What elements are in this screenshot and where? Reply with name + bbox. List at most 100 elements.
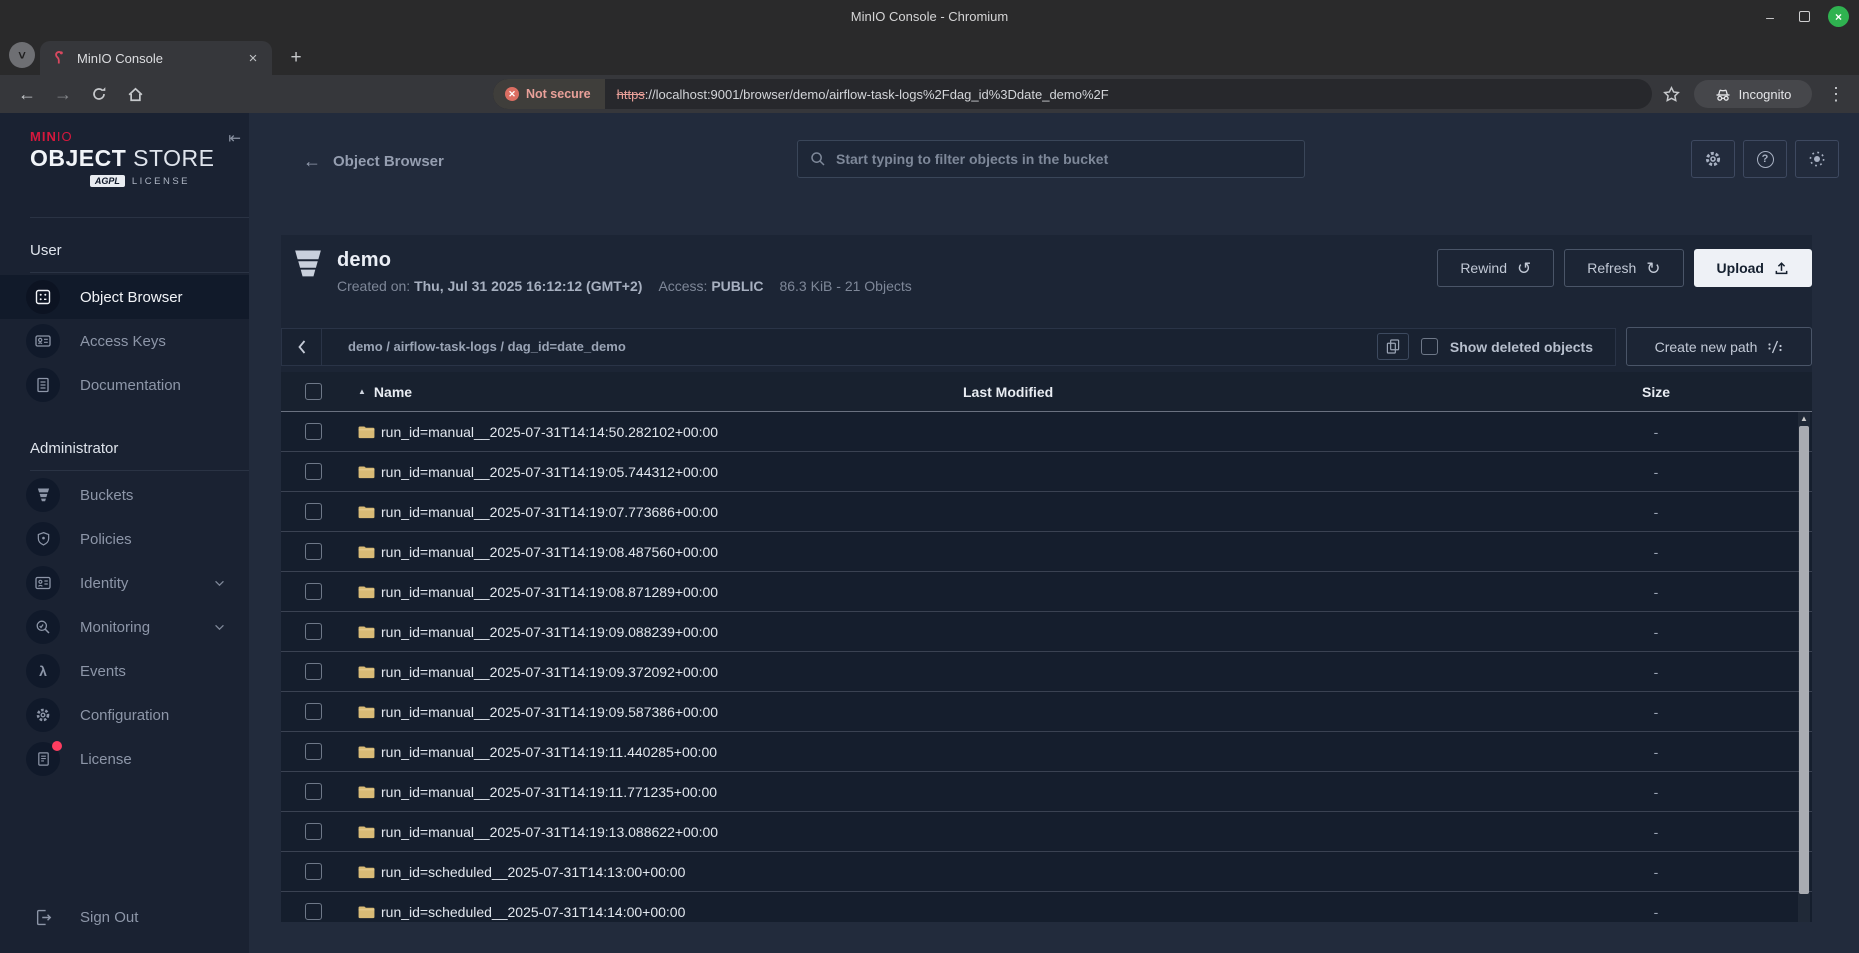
table-row[interactable]: run_id=manual__2025-07-31T14:19:09.37209… (281, 652, 1812, 692)
folder-icon (358, 705, 375, 719)
create-new-path-button[interactable]: Create new path (1626, 327, 1812, 366)
row-checkbox[interactable] (305, 663, 322, 680)
sidebar-item-sign-out[interactable]: Sign Out (0, 895, 249, 939)
table-row[interactable]: run_id=manual__2025-07-31T14:19:07.77368… (281, 492, 1812, 532)
show-deleted-checkbox[interactable] (1421, 338, 1438, 355)
tab-close-button[interactable]: × (244, 49, 262, 67)
scrollbar-thumb[interactable] (1799, 426, 1809, 894)
row-checkbox[interactable] (305, 543, 322, 560)
table-row[interactable]: run_id=scheduled__2025-07-31T14:14:00+00… (281, 892, 1812, 922)
object-size: - (1566, 584, 1746, 600)
object-size: - (1566, 544, 1746, 560)
select-all-checkbox[interactable] (305, 383, 322, 400)
address-bar[interactable]: ✕ Not secure https://localhost:9001/brow… (493, 79, 1652, 109)
table-row[interactable]: run_id=manual__2025-07-31T14:14:50.28210… (281, 412, 1812, 452)
table-row[interactable]: run_id=manual__2025-07-31T14:19:09.58738… (281, 692, 1812, 732)
folder-icon (358, 665, 375, 679)
sidebar-item-events[interactable]: λ Events (0, 649, 249, 693)
row-checkbox[interactable] (305, 463, 322, 480)
security-chip[interactable]: ✕ Not secure (493, 79, 605, 109)
bucket-icon (293, 249, 323, 282)
refresh-button[interactable]: Refresh ↻ (1564, 249, 1683, 287)
row-checkbox[interactable] (305, 743, 322, 760)
sidebar-item-object-browser[interactable]: Object Browser (0, 275, 249, 319)
sidebar-divider (30, 272, 249, 273)
create-path-icon (1767, 340, 1783, 354)
column-header-last-modified[interactable]: Last Modified (946, 384, 1566, 400)
page-back-icon[interactable]: ← (303, 151, 321, 172)
column-header-size[interactable]: Size (1566, 384, 1746, 400)
row-checkbox[interactable] (305, 423, 322, 440)
table-row[interactable]: run_id=manual__2025-07-31T14:19:08.48756… (281, 532, 1812, 572)
row-checkbox[interactable] (305, 703, 322, 720)
window-minimize-button[interactable]: – (1760, 7, 1780, 27)
row-checkbox[interactable] (305, 863, 322, 880)
path-back-button[interactable] (282, 329, 322, 365)
table-row[interactable]: run_id=manual__2025-07-31T14:19:11.77123… (281, 772, 1812, 812)
settings-button[interactable] (1691, 140, 1735, 178)
folder-icon (358, 905, 375, 919)
sidebar-item-policies[interactable]: Policies (0, 517, 249, 561)
tab-search-button[interactable]: ˅ (9, 42, 35, 68)
row-checkbox[interactable] (305, 503, 322, 520)
collapse-sidebar-icon[interactable]: ⇤ (228, 129, 241, 147)
window-maximize-button[interactable] (1794, 7, 1814, 27)
row-checkbox[interactable] (305, 583, 322, 600)
not-secure-icon: ✕ (505, 87, 519, 101)
help-button[interactable]: ? (1743, 140, 1787, 178)
sidebar-item-configuration[interactable]: Configuration (0, 693, 249, 737)
browser-back-button[interactable]: ← (12, 79, 42, 109)
sidebar-item-access-keys[interactable]: Access Keys (0, 319, 249, 363)
folder-icon (358, 865, 375, 879)
browser-forward-button[interactable]: → (48, 79, 78, 109)
row-checkbox[interactable] (305, 903, 322, 920)
rewind-button[interactable]: Rewind ↺ (1437, 249, 1554, 287)
object-size: - (1566, 424, 1746, 440)
upload-icon (1774, 261, 1789, 276)
upload-button[interactable]: Upload (1694, 249, 1812, 287)
bucket-name: demo (337, 249, 1437, 272)
reload-button[interactable] (84, 79, 114, 109)
browser-toolbar: ← → ✕ Not secure https://localhost:9001/… (0, 75, 1859, 113)
sidebar-item-documentation[interactable]: Documentation (0, 363, 249, 407)
bookmark-button[interactable] (1656, 79, 1686, 109)
chevron-left-icon (297, 339, 307, 355)
theme-toggle-button[interactable] (1795, 140, 1839, 178)
table-row[interactable]: run_id=manual__2025-07-31T14:19:09.08823… (281, 612, 1812, 652)
sidebar-item-license[interactable]: License (0, 737, 249, 781)
search-icon (810, 151, 826, 167)
copy-path-button[interactable] (1377, 333, 1409, 360)
sign-out-icon (35, 909, 52, 926)
window-close-button[interactable]: × (1828, 6, 1849, 27)
create-path-label: Create new path (1655, 339, 1758, 355)
scroll-up-arrow-icon[interactable]: ▲ (1798, 414, 1810, 423)
sort-asc-icon[interactable]: ▲ (358, 387, 366, 396)
table-row[interactable]: run_id=manual__2025-07-31T14:19:13.08862… (281, 812, 1812, 852)
column-header-name[interactable]: Name (374, 384, 412, 400)
row-checkbox[interactable] (305, 623, 322, 640)
sidebar-item-monitoring[interactable]: Monitoring (0, 605, 249, 649)
row-checkbox[interactable] (305, 783, 322, 800)
object-name: run_id=manual__2025-07-31T14:19:05.74431… (381, 464, 718, 480)
object-size: - (1566, 624, 1746, 640)
table-row[interactable]: run_id=manual__2025-07-31T14:19:08.87128… (281, 572, 1812, 612)
brand-store: STORE (126, 145, 214, 171)
table-row[interactable]: run_id=manual__2025-07-31T14:19:05.74431… (281, 452, 1812, 492)
browser-menu-button[interactable]: ⋮ (1821, 79, 1851, 109)
object-name: run_id=manual__2025-07-31T14:19:07.77368… (381, 504, 718, 520)
sidebar-item-buckets[interactable]: Buckets (0, 473, 249, 517)
object-name: run_id=manual__2025-07-31T14:19:09.37209… (381, 664, 718, 680)
refresh-icon: ↻ (1646, 260, 1660, 277)
sidebar-item-identity[interactable]: Identity (0, 561, 249, 605)
bucket-created: Created on: Thu, Jul 31 2025 16:12:12 (G… (337, 278, 642, 294)
table-row[interactable]: run_id=scheduled__2025-07-31T14:13:00+00… (281, 852, 1812, 892)
folder-icon (358, 425, 375, 439)
browser-tab[interactable]: MinIO Console × (40, 41, 272, 75)
table-row[interactable]: run_id=manual__2025-07-31T14:19:11.44028… (281, 732, 1812, 772)
buckets-icon (36, 487, 51, 503)
breadcrumb[interactable]: demo / airflow-task-logs / dag_id=date_d… (322, 339, 1377, 354)
new-tab-button[interactable]: + (283, 45, 309, 71)
row-checkbox[interactable] (305, 823, 322, 840)
home-button[interactable] (120, 79, 150, 109)
search-input[interactable] (826, 151, 1304, 167)
